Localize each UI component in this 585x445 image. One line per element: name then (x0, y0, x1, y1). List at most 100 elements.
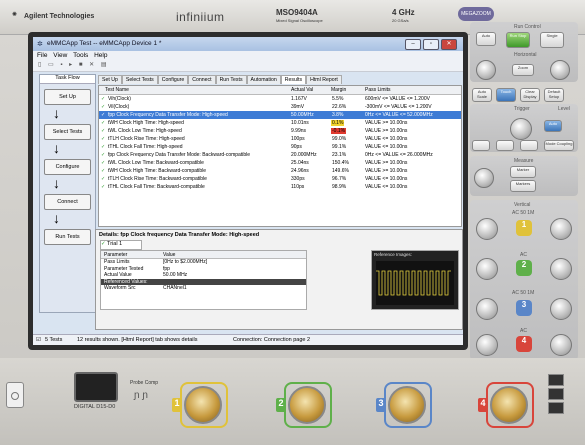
save-icon[interactable]: ▪ (60, 62, 62, 68)
horizontal-scale-knob[interactable] (550, 60, 570, 80)
trigger-button-3[interactable] (520, 140, 538, 151)
tab-select-tests[interactable]: Select Tests (121, 75, 158, 84)
tab-configure[interactable]: Configure (157, 75, 189, 84)
run-stop-button[interactable]: Run Stop (506, 32, 530, 48)
vertical-label: Vertical (514, 202, 531, 208)
col-margin[interactable]: Margin (331, 87, 346, 93)
run-icon[interactable]: ▸ (69, 61, 72, 68)
window-title-bar[interactable]: ✲ eMMCApp Test -- eMMCApp Device 1 * – ▫… (33, 37, 463, 51)
results-row[interactable]: ✓ tWH Clock High Time: High-speed 10.01ns 0… (99, 119, 461, 127)
ch4-scale-knob[interactable] (550, 334, 572, 356)
results-row[interactable]: ✓ tTHL Clock Fall Time: High-speed 90ps 99.… (99, 143, 461, 151)
task-configure-button[interactable]: Configure (44, 159, 91, 175)
pass-limits: VALUE <= 10.00ns (365, 176, 408, 182)
test-name: tTHL Clock Fall Time: High-speed (108, 144, 183, 150)
results-row[interactable]: ✓ tWH Clock High Time: Backward-compatibl… (99, 167, 461, 175)
default-setup-button[interactable]: Default Setup (544, 88, 564, 102)
col-test-name[interactable]: Test Name (105, 87, 129, 93)
ch1-coupling-label: AC 50 1M (512, 210, 535, 216)
marker-button[interactable]: Marker (510, 166, 536, 178)
tab-results[interactable]: Results (280, 75, 307, 84)
power-button[interactable] (6, 382, 24, 408)
tab-setup[interactable]: Set Up (98, 75, 122, 84)
results-row[interactable]: ✓ Vil(Clock) 39mV 22.6% -300mV <= VALUE <= 1… (99, 103, 461, 111)
task-run-tests-button[interactable]: Run Tests (44, 229, 91, 245)
margin-value: 23.1% (332, 152, 347, 158)
pass-limits: 0Hz <= VALUE <= 52.000MHz (365, 112, 433, 118)
tab-connect[interactable]: Connect (188, 75, 216, 84)
product-logo: infiniium (176, 10, 225, 24)
tab-automation[interactable]: Automation (246, 75, 281, 84)
stop-icon[interactable]: ■ (79, 62, 83, 68)
task-select-tests-button[interactable]: Select Tests (44, 124, 91, 140)
menu-tools[interactable]: Tools (73, 52, 88, 59)
col-actual-val[interactable]: Actual Val (291, 87, 313, 93)
ch3-offset-knob[interactable] (476, 298, 498, 320)
horizontal-position-knob[interactable] (476, 60, 496, 80)
touch-button[interactable]: Touch (496, 88, 516, 102)
results-row[interactable]: ✓ tWL Clock Low Time: High-speed 9.99ns -0.… (99, 127, 461, 135)
maximize-button[interactable]: ▫ (423, 39, 439, 50)
pass-limits: 600mV <= VALUE <= 1.200V (365, 96, 430, 102)
power-icon (11, 392, 19, 400)
trigger-label: Trigger (514, 106, 530, 112)
menu-help[interactable]: Help (94, 52, 107, 59)
trigger-button-1[interactable] (472, 140, 490, 151)
task-connect-button[interactable]: Connect (44, 194, 91, 210)
tab-run-tests[interactable]: Run Tests (215, 75, 247, 84)
col-pass-limits[interactable]: Pass Limits (365, 87, 391, 93)
pass-limits: VALUE <= 10.00ns (365, 144, 408, 150)
toolbar: ▯ ▭ ▪ ▸ ■ ✕ ▤ (33, 61, 463, 72)
menu-view[interactable]: View (53, 52, 67, 59)
ch1-scale-knob[interactable] (550, 218, 572, 240)
task-setup-button[interactable]: Set Up (44, 89, 91, 105)
menu-file[interactable]: File (37, 52, 47, 59)
ch2-offset-knob[interactable] (476, 258, 498, 280)
trigger-mode-button[interactable]: Auto (544, 120, 562, 132)
ch4-offset-knob[interactable] (476, 334, 498, 356)
ch3-button[interactable]: 3 (516, 300, 532, 316)
zoom-button[interactable]: Zoom (512, 64, 534, 76)
delete-icon[interactable]: ✕ (89, 61, 94, 68)
results-row[interactable]: ✓ tTHL Clock Fall Time: Backward-compatib… (99, 183, 461, 191)
report-icon[interactable]: ▤ (101, 61, 107, 68)
trigger-level-knob[interactable] (510, 118, 532, 140)
marker-knob[interactable] (474, 168, 494, 188)
parameter-value: [0Hz to $2.000MHz] (163, 259, 208, 265)
results-row[interactable]: ✓ tTLH Clock Rise Time: High-speed 100ps 99… (99, 135, 461, 143)
tab-html-report[interactable]: Html Report (306, 75, 342, 84)
close-button[interactable]: ✕ (441, 39, 457, 50)
ch1-input-frame (180, 382, 228, 428)
pass-limits: VALUE >= 10.00ns (365, 120, 408, 126)
new-file-icon[interactable]: ▯ (38, 61, 41, 68)
actual-value: 24.96ns (291, 168, 309, 174)
vertical-section: Vertical AC 50 1M 1 AC 2 AC 50 1M 3 AC 4 (470, 200, 578, 360)
ch4-button[interactable]: 4 (516, 336, 532, 352)
results-row[interactable]: ✓ Vih(Clock) 1.167V 5.5% 600mV <= VALUE <= 1… (99, 95, 461, 103)
trial-tab[interactable]: ✓ Trial 1 (100, 240, 142, 250)
auto-scale-button[interactable]: Auto Scale (472, 88, 492, 102)
ch2-button[interactable]: 2 (516, 260, 532, 276)
results-row[interactable]: ✓ fpp Clock Frequency Data Transfer Mode:… (99, 111, 461, 119)
status-bar: ☑ 5 Tests 12 results shown. [Html Report… (33, 334, 463, 345)
bandwidth: 4 GHz (392, 8, 415, 17)
auto-button[interactable]: Auto (476, 32, 496, 46)
results-row[interactable]: ✓ fpp Clock Frequency Data Transfer Mode:… (99, 151, 461, 159)
markers-button[interactable]: Markers (510, 180, 536, 192)
clear-display-button[interactable]: Clear Display (520, 88, 540, 102)
ch1-offset-knob[interactable] (476, 218, 498, 240)
parameter-value: CHANnel1 (163, 285, 187, 291)
flow-arrow-icon: ↓ (53, 175, 60, 191)
margin-value: 99.0% (332, 136, 347, 142)
results-row[interactable]: ✓ tWL Clock Low Time: Backward-compatible… (99, 159, 461, 167)
ch2-scale-knob[interactable] (550, 258, 572, 280)
mode-coupling-button[interactable]: Mode Coupling (544, 140, 574, 151)
results-row[interactable]: ✓ tTLH Clock Rise Time: Backward-compatib… (99, 175, 461, 183)
single-button[interactable]: Single (540, 32, 564, 48)
pass-limits: VALUE >= 10.00ns (365, 128, 408, 134)
trigger-button-2[interactable] (496, 140, 514, 151)
ch1-button[interactable]: 1 (516, 220, 532, 236)
ch3-scale-knob[interactable] (550, 298, 572, 320)
open-folder-icon[interactable]: ▭ (48, 61, 54, 68)
minimize-button[interactable]: – (405, 39, 421, 50)
